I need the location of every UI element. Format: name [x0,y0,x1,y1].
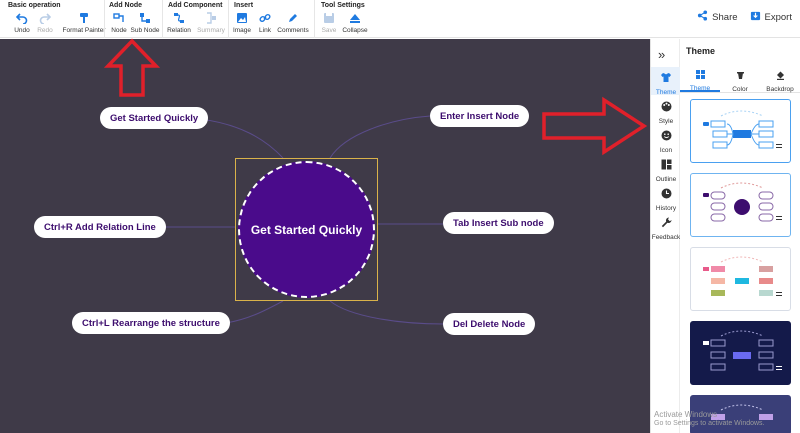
palette-icon [661,99,672,117]
sidebar-item-outline[interactable]: Outline [651,157,681,183]
share-button[interactable]: Share [697,10,738,24]
outline-icon [661,157,672,175]
group-title: Insert [234,2,254,9]
group-add-component: Add Component Relation Summary [162,0,228,38]
redo-icon [38,11,52,25]
central-topic-selection[interactable]: Get Started Quickly [235,158,378,301]
group-title: Add Node [109,2,143,9]
comments-icon [286,11,300,25]
header-actions: Share Export [697,10,792,24]
collapse-panel-icon[interactable]: » [658,47,665,62]
panel-title: Theme [686,46,716,56]
sidebar-item-theme[interactable]: Theme [651,67,681,96]
summary-icon [204,11,218,25]
collapse-icon [348,11,362,25]
tab-backdrop[interactable]: Backdrop [760,67,800,93]
annotation-arrow-right [542,96,648,156]
shirt-icon [660,70,672,88]
export-button[interactable]: Export [750,10,792,24]
group-insert: Insert Image Link Comments [228,0,314,38]
annotation-arrow-up [104,38,160,97]
node-icon [112,11,126,25]
save-icon [322,11,336,25]
group-basic-operation: Basic operation Undo Redo Format Painter [8,0,106,38]
tab-color[interactable]: Color [720,67,760,93]
topic-node[interactable]: Del Delete Node [443,313,536,335]
comments-button[interactable]: Comments [273,11,313,34]
sidebar-item-history[interactable]: History [651,186,681,212]
sidebar-item-feedback[interactable]: Feedback [651,215,681,241]
watermark-line1: Activate Windows [654,410,718,419]
wrench-icon [661,215,672,233]
theme-thumbnail[interactable] [690,99,791,163]
theme-thumbnail[interactable] [690,247,791,311]
theme-panel: Theme Theme Color Backdrop [680,39,800,433]
theme-thumbnail[interactable] [690,173,791,237]
group-tool-settings: Tool Settings Save Collapse [314,0,374,38]
topic-node[interactable]: Tab Insert Sub node [443,212,554,234]
export-label: Export [764,11,792,23]
sidebar-item-icon[interactable]: Icon [651,128,681,154]
toolbar: Basic operation Undo Redo Format Painter… [0,0,800,38]
group-title: Basic operation [8,2,61,9]
windows-activation-watermark: Activate Windows Go to Settings to activ… [654,410,765,428]
color-bucket-icon [736,67,745,85]
topic-node[interactable]: Ctrl+L Rearrange the structure [72,312,230,334]
format-painter-icon [77,11,91,25]
relation-icon [172,11,186,25]
export-icon [750,10,761,24]
share-label: Share [712,11,738,23]
link-icon [258,11,272,25]
topic-node[interactable]: Ctrl+R Add Relation Line [34,216,166,238]
sub-node-icon [138,11,152,25]
group-title: Tool Settings [321,2,365,9]
grid-icon [695,66,705,84]
group-title: Add Component [168,2,223,9]
smiley-icon [661,128,672,146]
tab-theme[interactable]: Theme [680,67,720,92]
watermark-line2: Go to Settings to activate Windows. [654,420,765,427]
clock-icon [661,186,672,204]
sidebar-iconbar: » Theme Style Icon Outline History Feedb… [650,39,681,433]
topic-node[interactable]: Enter Insert Node [430,105,530,127]
central-topic[interactable]: Get Started Quickly [238,161,375,298]
panel-tabs: Theme Color Backdrop [680,67,800,93]
sidebar-item-style[interactable]: Style [651,99,681,125]
group-add-node: Add Node Node Sub Node [104,0,162,38]
topic-node[interactable]: Get Started Quickly [100,107,209,129]
backdrop-icon [776,67,785,85]
theme-thumbnail[interactable] [690,321,791,385]
share-icon [697,10,708,24]
collapse-button[interactable]: Collapse [335,11,375,34]
